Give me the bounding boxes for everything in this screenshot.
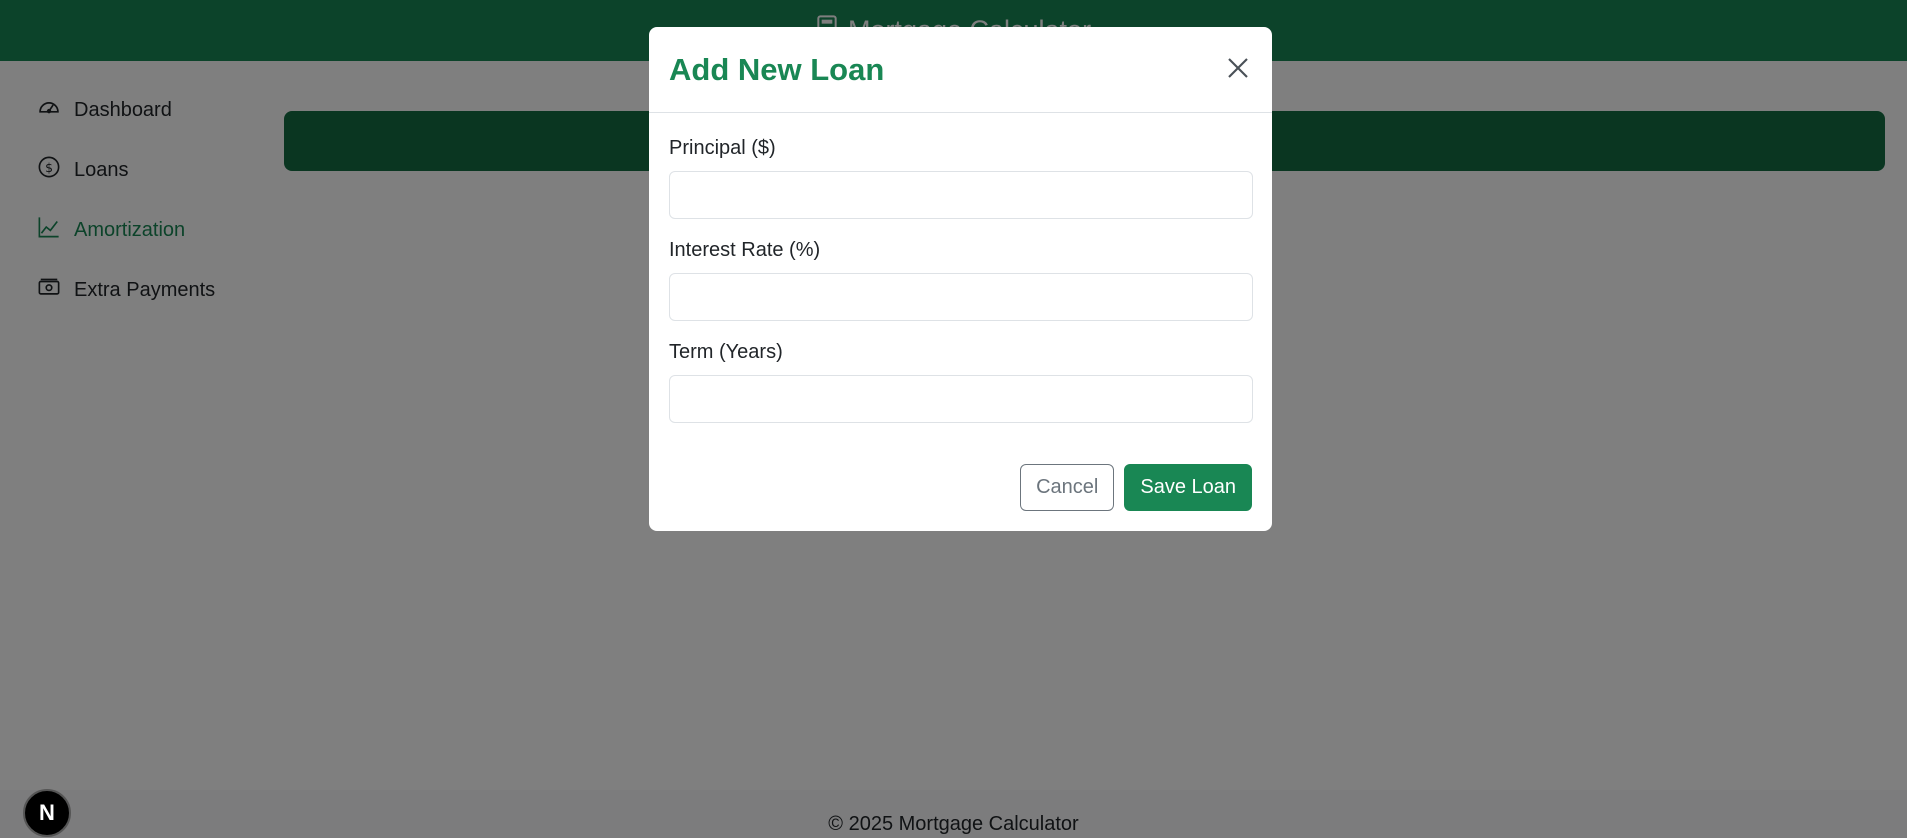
nextjs-dev-badge[interactable]: N xyxy=(23,789,71,837)
modal-header: Add New Loan xyxy=(649,27,1272,113)
nextjs-logo-icon: N xyxy=(39,800,55,825)
modal-body: Principal ($) Interest Rate (%) Term (Ye… xyxy=(649,113,1272,443)
principal-label: Principal ($) xyxy=(669,137,776,159)
close-icon xyxy=(1226,56,1250,83)
modal-footer: Cancel Save Loan xyxy=(1020,464,1252,511)
term-input[interactable] xyxy=(669,375,1253,423)
close-button[interactable] xyxy=(1222,54,1254,86)
save-loan-button[interactable]: Save Loan xyxy=(1124,464,1252,511)
app-root: Mortgage Calculator Dashboard $ Loans xyxy=(0,0,1907,838)
add-loan-modal: Add New Loan Principal ($) Interest Rate… xyxy=(649,27,1272,531)
interest-rate-label: Interest Rate (%) xyxy=(669,239,821,261)
interest-rate-input[interactable] xyxy=(669,273,1253,321)
principal-input[interactable] xyxy=(669,171,1253,219)
modal-title: Add New Loan xyxy=(669,51,885,87)
cancel-button[interactable]: Cancel xyxy=(1020,464,1115,511)
term-label: Term (Years) xyxy=(669,341,783,363)
